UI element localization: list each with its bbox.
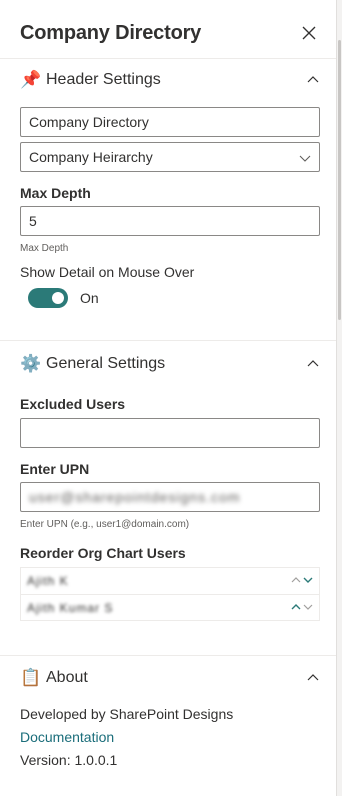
section-header-settings-toggle[interactable]: 📌 Header Settings bbox=[20, 67, 320, 95]
move-down-icon[interactable] bbox=[303, 575, 313, 585]
close-icon[interactable] bbox=[298, 22, 320, 44]
divider bbox=[0, 340, 336, 341]
section-title: General Settings bbox=[46, 355, 166, 372]
section-title: Header Settings bbox=[46, 71, 161, 88]
chevron-up-icon bbox=[307, 360, 319, 367]
reorder-label: Reorder Org Chart Users bbox=[20, 545, 186, 561]
reorder-list-item: Ajith K bbox=[21, 568, 319, 595]
hover-detail-toggle[interactable] bbox=[28, 288, 68, 308]
property-pane: Company Directory 📌 Header Settings Comp… bbox=[0, 0, 336, 796]
move-up-icon[interactable] bbox=[291, 575, 301, 585]
upn-value: user@sharepointdesigns.com bbox=[29, 489, 241, 505]
move-up-icon[interactable] bbox=[291, 602, 301, 612]
divider bbox=[0, 58, 336, 59]
upn-input[interactable]: user@sharepointdesigns.com bbox=[20, 482, 320, 512]
excluded-users-label: Excluded Users bbox=[20, 396, 126, 412]
reorder-list-item: Ajith Kumar S bbox=[21, 595, 319, 622]
developer-credit: Developed by SharePoint Designs bbox=[20, 706, 234, 722]
hover-detail-label: Show Detail on Mouse Over bbox=[20, 264, 195, 280]
max-depth-helper: Max Depth bbox=[20, 243, 69, 254]
divider bbox=[0, 655, 336, 656]
upn-helper: Enter UPN (e.g., user1@domain.com) bbox=[20, 519, 190, 530]
reorder-user-name: Ajith Kumar S bbox=[27, 601, 114, 615]
max-depth-input[interactable]: 5 bbox=[20, 206, 320, 236]
move-down-icon[interactable] bbox=[303, 602, 313, 612]
toggle-knob bbox=[52, 292, 64, 304]
view-dropdown-value: Company Heirarchy bbox=[29, 149, 153, 165]
version-text: Version: 1.0.0.1 bbox=[20, 752, 118, 768]
reorder-arrows bbox=[291, 602, 313, 614]
title-input-value: Company Directory bbox=[29, 114, 149, 130]
section-general-settings-toggle[interactable]: ⚙️ General Settings bbox=[20, 351, 320, 379]
excluded-users-input[interactable] bbox=[20, 418, 320, 448]
max-depth-value: 5 bbox=[29, 213, 37, 229]
reorder-user-name: Ajith K bbox=[27, 574, 69, 588]
pushpin-icon: 📌 bbox=[20, 70, 42, 89]
scrollbar-thumb[interactable] bbox=[338, 40, 341, 320]
title-input[interactable]: Company Directory bbox=[20, 107, 320, 137]
hover-detail-state: On bbox=[80, 290, 99, 306]
max-depth-label: Max Depth bbox=[20, 185, 91, 201]
scrollbar[interactable] bbox=[336, 0, 342, 796]
section-about-toggle[interactable]: 📋 About bbox=[20, 665, 320, 693]
chevron-up-icon bbox=[307, 76, 319, 83]
reorder-arrows bbox=[291, 575, 313, 587]
upn-label: Enter UPN bbox=[20, 461, 90, 477]
pane-header: Company Directory bbox=[20, 18, 320, 48]
section-title: About bbox=[46, 669, 88, 686]
gear-icon: ⚙️ bbox=[20, 354, 42, 373]
pane-title: Company Directory bbox=[20, 22, 202, 44]
chevron-up-icon bbox=[307, 674, 319, 681]
clipboard-icon: 📋 bbox=[20, 668, 42, 687]
documentation-link[interactable]: Documentation bbox=[20, 728, 114, 746]
chevron-down-icon bbox=[299, 155, 311, 162]
view-dropdown[interactable]: Company Heirarchy bbox=[20, 142, 320, 172]
reorder-list: Ajith K Ajith Kumar S bbox=[20, 567, 320, 621]
